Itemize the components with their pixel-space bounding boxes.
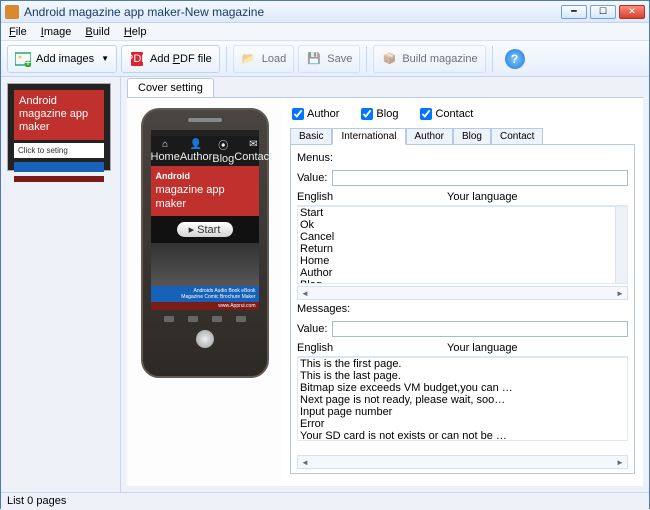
list-item[interactable]: Cancel — [298, 231, 627, 243]
build-magazine-button[interactable]: 📦 Build magazine — [373, 45, 485, 73]
list-item[interactable]: Your SD card is not exists or can not be… — [298, 430, 627, 441]
check-author[interactable]: Author — [292, 108, 339, 120]
home-icon: ⌂ — [162, 139, 168, 150]
list-item[interactable]: This is the first page. — [298, 358, 627, 370]
start-button: ▸Start — [177, 222, 233, 237]
status-bar: List 0 pages — [1, 492, 649, 510]
help-button[interactable]: ? — [505, 49, 525, 69]
add-images-label: Add images — [36, 53, 94, 65]
preview-column: ⌂Home 👤Author ⦿Blog ✉Contact Android mag… — [127, 98, 282, 486]
scrollbar-vertical[interactable] — [615, 207, 627, 283]
list-item[interactable]: Author — [298, 267, 627, 279]
check-blog[interactable]: Blog — [361, 108, 398, 120]
menu-file[interactable]: File — [9, 26, 27, 38]
menu-bar: File Image Build Help — [1, 23, 649, 41]
add-pdf-label: Add PDF file — [150, 53, 212, 65]
title-bar: Android magazine app maker-New magazine … — [1, 1, 649, 23]
rss-icon: ⦿ — [218, 137, 228, 152]
window-title: Android magazine app maker-New magazine — [24, 5, 561, 19]
col-english: English — [297, 191, 447, 203]
tab-blog[interactable]: Blog — [453, 128, 491, 145]
page-thumbnail[interactable]: Android magazine app maker Click to seti… — [7, 83, 111, 171]
folder-open-icon: 📂 — [241, 51, 257, 67]
menus-scrollbar-h[interactable]: ◄► — [297, 286, 628, 300]
hw-home-icon — [212, 316, 222, 322]
tab-cover-setting[interactable]: Cover setting — [127, 78, 214, 97]
minimize-button[interactable]: ━ — [561, 5, 587, 19]
dropdown-caret-icon: ▼ — [101, 54, 109, 63]
add-pdf-button[interactable]: PDF Add PDF file — [121, 45, 220, 73]
load-label: Load — [262, 53, 286, 65]
menus-label: Menus: — [297, 149, 628, 167]
menus-list[interactable]: StartOkCancelReturnHomeAuthorBlogContact… — [297, 206, 628, 284]
list-item[interactable]: Error — [298, 418, 627, 430]
status-text: List 0 pages — [7, 495, 66, 507]
list-item[interactable]: This is the last page. — [298, 370, 627, 382]
list-item[interactable]: Input page number — [298, 406, 627, 418]
settings-panel: Author Blog Contact Basic International … — [282, 98, 643, 486]
toolbar: + Add images ▼ PDF Add PDF file 📂 Load 💾… — [1, 41, 649, 77]
menu-build[interactable]: Build — [85, 26, 109, 38]
maximize-button[interactable]: ☐ — [590, 5, 616, 19]
phone-screen: ⌂Home 👤Author ⦿Blog ✉Contact Android mag… — [151, 130, 259, 310]
list-item[interactable]: Bitmap size exceeds VM budget,you can … — [298, 382, 627, 394]
nav-blog: ⦿Blog — [212, 137, 234, 165]
close-button[interactable]: ✕ — [619, 5, 645, 19]
hw-back-icon — [164, 316, 174, 322]
hw-search-icon — [236, 316, 246, 322]
messages-list[interactable]: This is the first page.This is the last … — [297, 357, 628, 441]
tab-international[interactable]: International — [332, 128, 405, 145]
main-area: Cover setting ⌂Home 👤Author ⦿Blog ✉Conta… — [121, 77, 649, 492]
menu-image[interactable]: Image — [41, 26, 72, 38]
image-icon: + — [15, 51, 31, 67]
save-label: Save — [327, 53, 352, 65]
menu-help[interactable]: Help — [124, 26, 147, 38]
nav-author: 👤Author — [180, 139, 212, 163]
mail-icon: ✉ — [249, 139, 257, 150]
build-icon: 📦 — [381, 51, 397, 67]
menus-value-input[interactable] — [332, 170, 628, 186]
tab-contact[interactable]: Contact — [491, 128, 543, 145]
nav-home: ⌂Home — [151, 139, 180, 163]
list-item[interactable]: Home — [298, 255, 627, 267]
messages-value-input[interactable] — [332, 321, 628, 337]
check-contact[interactable]: Contact — [420, 108, 473, 120]
list-item[interactable]: Next page is not ready, please wait, soo… — [298, 394, 627, 406]
messages-scrollbar-h[interactable]: ◄► — [297, 455, 628, 469]
workspace: Android magazine app maker Click to seti… — [1, 77, 649, 492]
hw-menu-icon — [188, 316, 198, 322]
person-icon: 👤 — [190, 139, 202, 150]
svg-text:+: + — [25, 57, 31, 67]
list-item[interactable]: Start — [298, 207, 627, 219]
trackball — [196, 330, 214, 348]
pdf-icon: PDF — [129, 51, 145, 67]
save-button[interactable]: 💾 Save — [298, 45, 360, 73]
build-label: Build magazine — [402, 53, 477, 65]
phone-mockup: ⌂Home 👤Author ⦿Blog ✉Contact Android mag… — [141, 108, 269, 378]
col-yourlang: Your language — [447, 191, 518, 203]
list-item[interactable]: Return — [298, 243, 627, 255]
svg-text:PDF: PDF — [129, 53, 145, 65]
load-button[interactable]: 📂 Load — [233, 45, 294, 73]
add-images-button[interactable]: + Add images ▼ — [7, 45, 117, 73]
page-list-sidebar: Android magazine app maker Click to seti… — [1, 77, 121, 492]
nav-contact: ✉Contact — [234, 139, 272, 163]
list-item[interactable]: Blog — [298, 279, 627, 284]
tab-author[interactable]: Author — [406, 128, 453, 145]
list-item[interactable]: Ok — [298, 219, 627, 231]
app-icon — [5, 5, 19, 19]
tab-basic[interactable]: Basic — [290, 128, 332, 145]
floppy-icon: 💾 — [306, 51, 322, 67]
messages-label: Messages: — [297, 300, 628, 318]
